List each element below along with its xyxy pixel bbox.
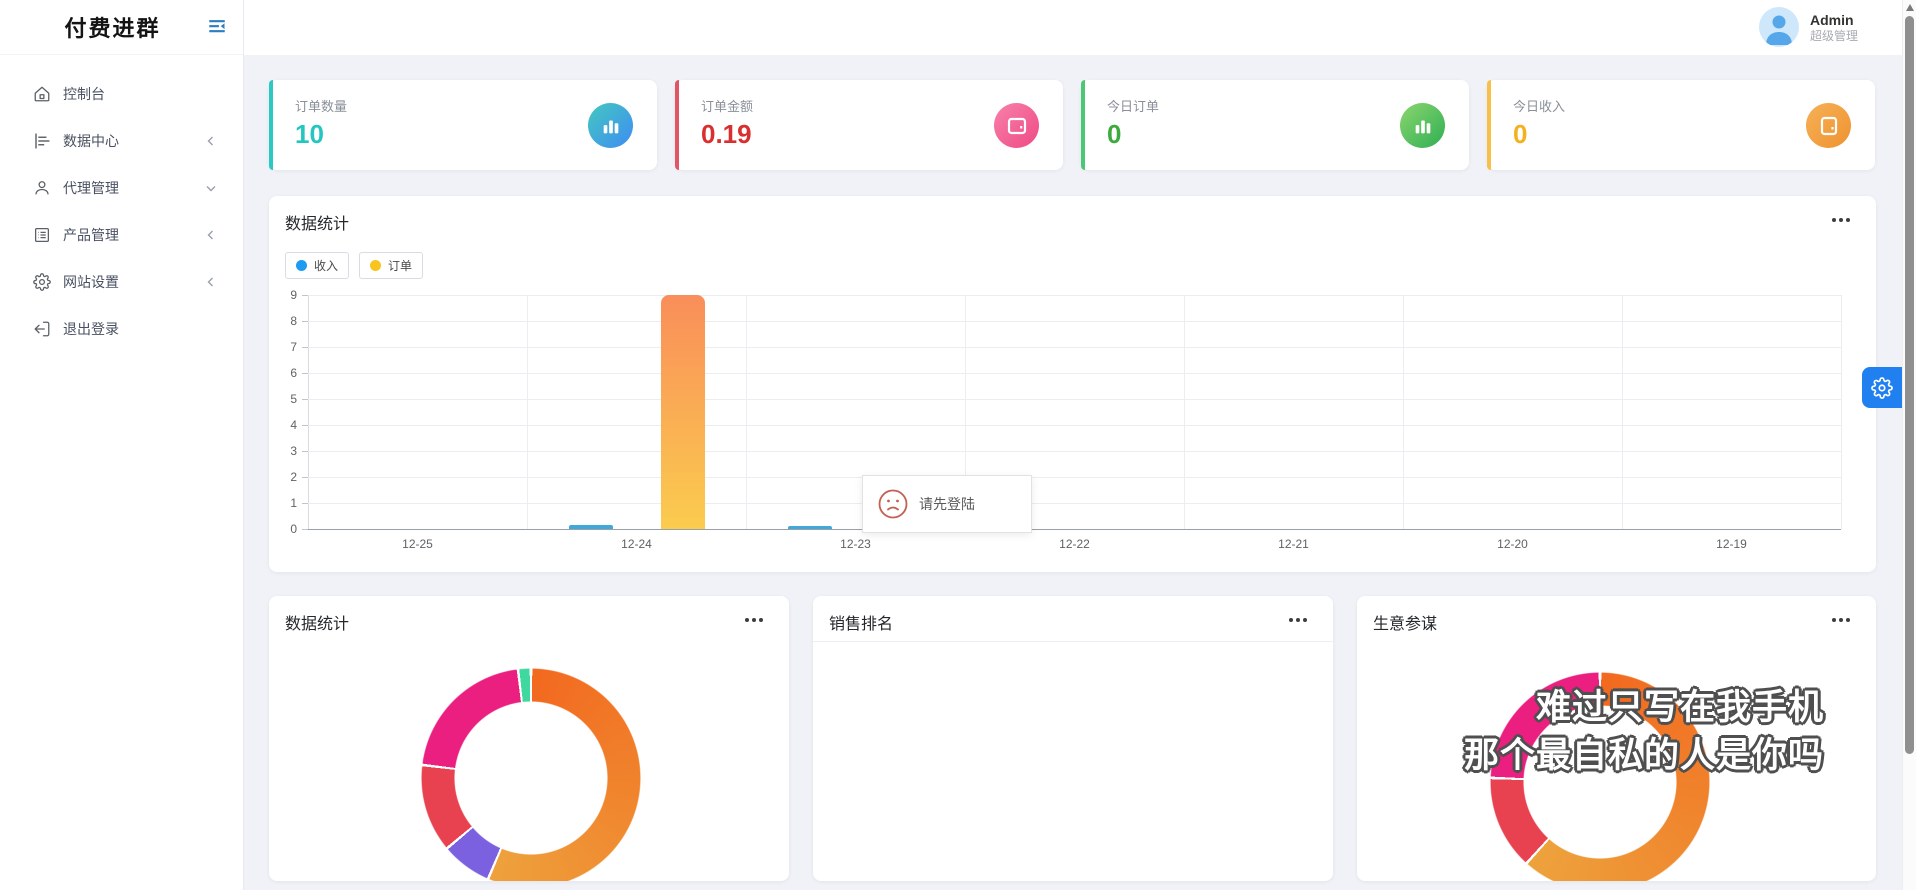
ellipsis-icon[interactable] [745,618,763,622]
home-icon [33,85,51,103]
caption-line: 那个最自私的人是你吗 [1464,732,1824,780]
top-header: Admin 超级管理 [244,0,1902,55]
chevron-down-icon [205,182,217,194]
stat-value: 0 [1513,119,1853,150]
stat-label: 订单金额 [701,96,1041,115]
sidebar-item-label: 网站设置 [63,272,205,292]
avatar [1759,7,1799,47]
gear-icon [1871,377,1893,399]
stat-card-today-orders: 今日订单 0 [1081,80,1469,170]
user-role: 超级管理 [1810,29,1858,44]
legend-orders[interactable]: 订单 [359,252,423,279]
ellipsis-icon[interactable] [1832,618,1850,622]
panel-title: 数据统计 [285,210,349,234]
stat-value: 10 [295,119,635,150]
sidebar-item-label: 代理管理 [63,178,205,198]
login-required-text: 请先登陆 [919,494,975,514]
legend-label: 收入 [314,257,338,274]
legend-label: 订单 [388,257,412,274]
login-required-popup: 请先登陆 [862,475,1032,533]
ellipsis-icon[interactable] [1832,218,1850,222]
scroll-up-arrow-icon[interactable] [1906,4,1914,11]
chevron-left-icon [205,135,217,147]
sidebar-item-console[interactable]: 控制台 [0,70,243,117]
sidebar-item-data-center[interactable]: 数据中心 [0,117,243,164]
stat-card-order-count: 订单数量 10 [269,80,657,170]
settings-icon [33,273,51,291]
panel-title: 生意参谋 [1373,610,1437,634]
panel-divider [813,641,1333,642]
wallet-icon [994,103,1039,148]
stat-value: 0 [1107,119,1447,150]
theme-settings-button[interactable] [1862,367,1902,408]
bar-收入-12-24 [569,525,613,529]
sidebar-item-label: 控制台 [63,84,217,104]
data-icon [33,132,51,150]
legend-dot-income [296,260,307,271]
menu-fold-icon[interactable] [205,15,229,39]
chevron-left-icon [205,229,217,241]
caption-line: 难过只写在我手机 [1464,684,1824,732]
user-icon [33,179,51,197]
chevron-left-icon [205,276,217,288]
sidebar: 付费进群 控制台 数据中心 代理管理 产品管理 [0,0,244,890]
sidebar-item-label: 产品管理 [63,225,205,245]
app-logo: 付费进群 [20,11,205,43]
data-statistics-donut-panel: 数据统计 [269,596,789,881]
sidebar-item-label: 退出登录 [63,319,217,339]
legend-income[interactable]: 收入 [285,252,349,279]
scrollbar-thumb[interactable] [1905,16,1914,754]
bar-订单-12-24 [661,295,705,529]
user-menu[interactable]: Admin 超级管理 [1759,7,1858,47]
overlay-caption: 难过只写在我手机 那个最自私的人是你吗 [1464,684,1824,780]
product-icon [33,226,51,244]
stat-card-order-amount: 订单金额 0.19 [675,80,1063,170]
orders-donut-chart [421,668,641,881]
stat-card-today-income: 今日收入 0 [1487,80,1875,170]
orders-income-bar-chart: 012345678912-2512-2412-2312-2212-2112-20… [308,295,1841,529]
sidebar-header: 付费进群 [0,0,243,55]
bar-收入-12-23 [788,526,832,529]
chart-legend: 收入 订单 [285,252,423,279]
statistics-panel: 数据统计 收入 订单 012345678912-2512-2412-2312-2… [269,196,1876,572]
logout-icon [33,320,51,338]
sales-ranking-panel: 销售排名 [813,596,1333,881]
stat-value: 0.19 [701,119,1041,150]
legend-dot-orders [370,260,381,271]
stat-label: 今日收入 [1513,96,1853,115]
stat-label: 今日订单 [1107,96,1447,115]
sidebar-item-site-settings[interactable]: 网站设置 [0,258,243,305]
stat-label: 订单数量 [295,96,635,115]
sidebar-item-label: 数据中心 [63,131,205,151]
bar-chart-icon [588,103,633,148]
page-scrollbar[interactable] [1902,0,1916,890]
wallet-icon [1806,103,1851,148]
sidebar-item-logout[interactable]: 退出登录 [0,305,243,352]
sidebar-item-product-management[interactable]: 产品管理 [0,211,243,258]
panel-title: 销售排名 [829,610,893,634]
user-name: Admin [1810,11,1858,29]
sad-face-icon [877,488,909,520]
business-advisor-panel: 生意参谋 难过只写在我手机 那个最自私的人是你吗 [1357,596,1876,881]
sidebar-menu: 控制台 数据中心 代理管理 产品管理 网站设置 退出登录 [0,55,243,352]
sidebar-item-agent-management[interactable]: 代理管理 [0,164,243,211]
panel-title: 数据统计 [285,610,349,634]
ellipsis-icon[interactable] [1289,618,1307,622]
bar-chart-icon [1400,103,1445,148]
